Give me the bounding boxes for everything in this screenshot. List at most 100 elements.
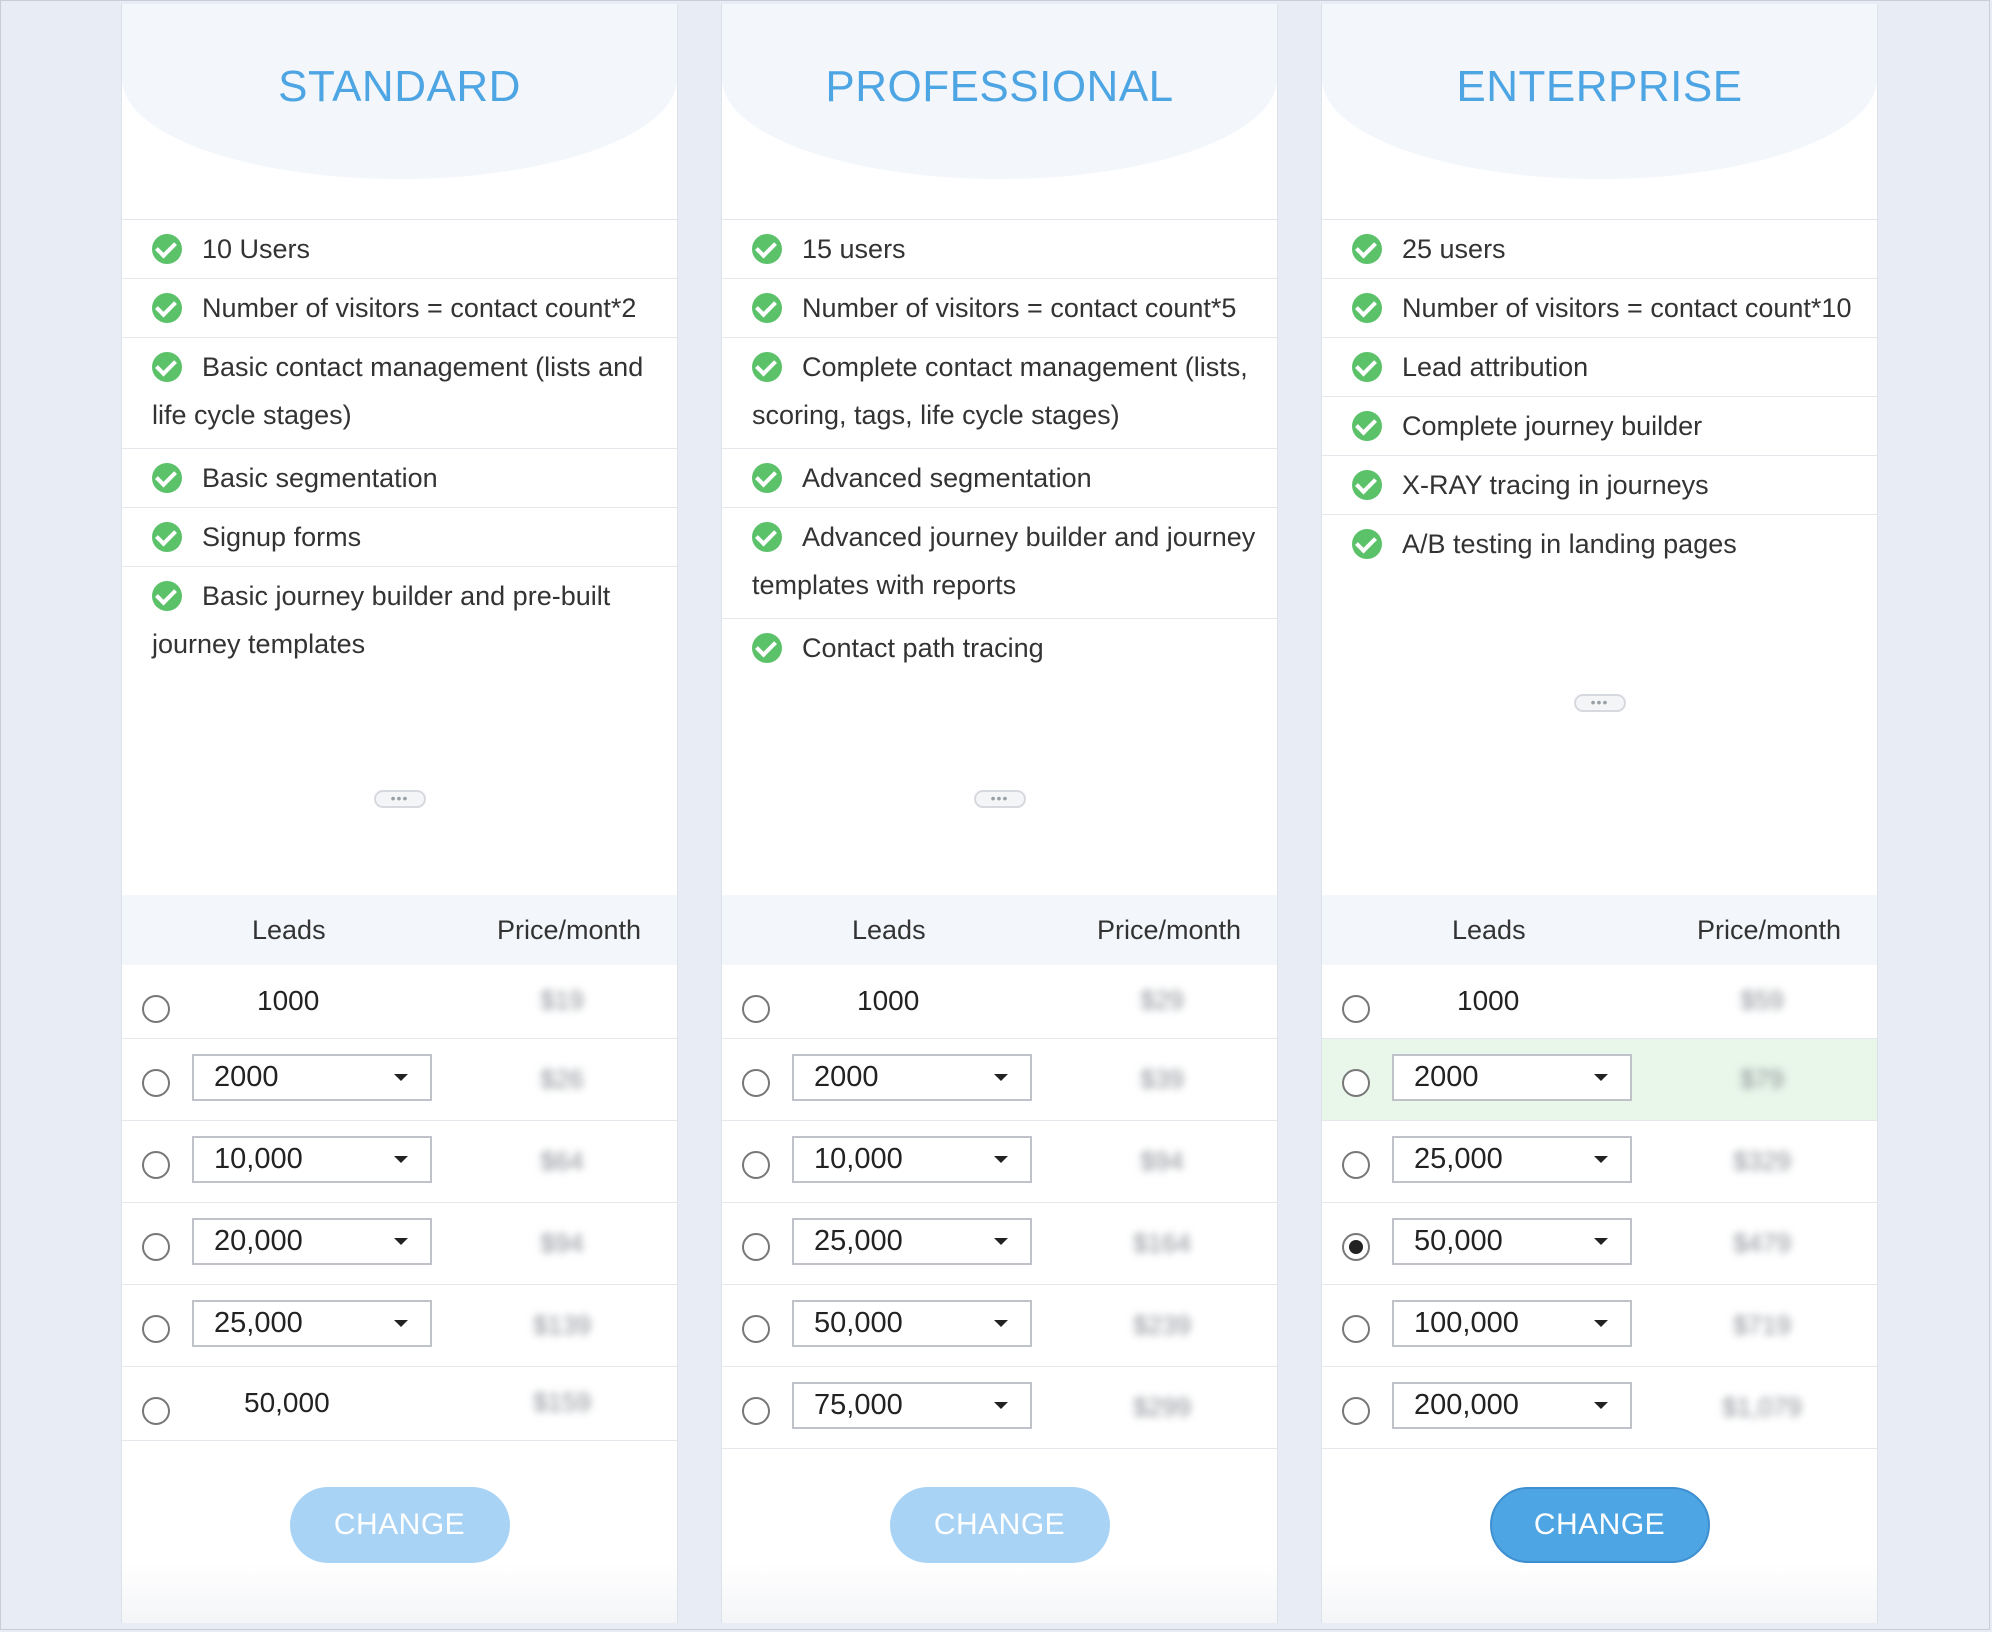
- tier-row[interactable]: 1000 $59: [1322, 965, 1877, 1039]
- leads-select[interactable]: 10,000: [792, 1136, 1032, 1183]
- tier-radio[interactable]: [142, 1069, 170, 1097]
- chevron-down-icon: [394, 1238, 408, 1245]
- change-button[interactable]: CHANGE: [889, 1487, 1110, 1563]
- tier-radio[interactable]: [742, 1151, 770, 1179]
- feature-label: A/B testing in landing pages: [1402, 529, 1737, 559]
- tier-radio[interactable]: [1342, 995, 1370, 1023]
- more-features-button[interactable]: •••: [1573, 694, 1626, 712]
- plan-header: STANDARD: [122, 4, 677, 220]
- feature-label: Basic segmentation: [202, 463, 438, 493]
- tier-price: $164: [1133, 1228, 1191, 1258]
- tier-radio[interactable]: [142, 1397, 170, 1425]
- leads-select[interactable]: 25,000: [1392, 1136, 1632, 1183]
- tier-radio[interactable]: [1342, 1151, 1370, 1179]
- check-icon: [752, 522, 782, 552]
- tier-radio[interactable]: [142, 1315, 170, 1343]
- check-icon: [752, 352, 782, 382]
- feature-item: A/B testing in landing pages: [1322, 515, 1877, 573]
- leads-select[interactable]: 2000: [1392, 1054, 1632, 1101]
- more-features-button[interactable]: •••: [373, 790, 426, 808]
- plan-title: ENTERPRISE: [1456, 62, 1743, 111]
- pricing-page: STANDARD 10 Users Number of visitors = c…: [0, 0, 1990, 1630]
- tier-radio-selected[interactable]: [1342, 1233, 1370, 1261]
- card-footer: [122, 1563, 677, 1623]
- tier-row[interactable]: 10,000 $64: [122, 1121, 677, 1203]
- feature-label: Advanced segmentation: [802, 463, 1092, 493]
- leads-select[interactable]: 50,000: [792, 1300, 1032, 1347]
- tier-row[interactable]: 2000 $39: [722, 1039, 1277, 1121]
- tier-radio[interactable]: [1342, 1315, 1370, 1343]
- chevron-down-icon: [994, 1074, 1008, 1081]
- leads-select-value: 20,000: [214, 1225, 303, 1257]
- feature-label: 25 users: [1402, 234, 1506, 264]
- feature-label: Number of visitors = contact count*2: [202, 293, 637, 323]
- check-icon: [152, 234, 182, 264]
- more-features-button[interactable]: •••: [973, 790, 1026, 808]
- leads-select-value: 10,000: [814, 1143, 903, 1175]
- tier-radio[interactable]: [1342, 1397, 1370, 1425]
- change-button[interactable]: CHANGE: [1489, 1487, 1710, 1563]
- check-icon: [1352, 293, 1382, 323]
- feature-label: Contact path tracing: [802, 633, 1044, 663]
- tier-radio[interactable]: [142, 995, 170, 1023]
- tier-radio[interactable]: [742, 1397, 770, 1425]
- leads-select[interactable]: 50,000: [1392, 1218, 1632, 1265]
- check-icon: [752, 293, 782, 323]
- feature-item: Signup forms: [122, 508, 677, 567]
- check-icon: [152, 463, 182, 493]
- leads-select[interactable]: 75,000: [792, 1382, 1032, 1429]
- tier-row[interactable]: 200,000 $1,079: [1322, 1367, 1877, 1449]
- tier-radio[interactable]: [1342, 1069, 1370, 1097]
- leads-select[interactable]: 100,000: [1392, 1300, 1632, 1347]
- check-icon: [1352, 352, 1382, 382]
- leads-select-value: 50,000: [1414, 1225, 1503, 1257]
- leads-select-value: 25,000: [214, 1307, 303, 1339]
- chevron-down-icon: [1594, 1156, 1608, 1163]
- tier-row[interactable]: 75,000 $299: [722, 1367, 1277, 1449]
- tier-row[interactable]: 50,000 $159: [122, 1367, 677, 1441]
- chevron-down-icon: [1594, 1074, 1608, 1081]
- tier-row[interactable]: 1000 $29: [722, 965, 1277, 1039]
- leads-select[interactable]: 20,000: [192, 1218, 432, 1265]
- leads-select[interactable]: 25,000: [192, 1300, 432, 1347]
- tier-radio[interactable]: [142, 1151, 170, 1179]
- leads-select-value: 2000: [1414, 1061, 1479, 1093]
- leads-select[interactable]: 2000: [192, 1054, 432, 1101]
- tier-row-highlighted[interactable]: 2000 $79: [1322, 1039, 1877, 1121]
- plan-title: STANDARD: [278, 62, 521, 111]
- chevron-down-icon: [394, 1156, 408, 1163]
- plan-card-enterprise: ENTERPRISE 25 users Number of visitors =…: [1321, 4, 1878, 1623]
- tier-row[interactable]: 10,000 $94: [722, 1121, 1277, 1203]
- change-button[interactable]: CHANGE: [289, 1487, 510, 1563]
- tier-row[interactable]: 2000 $26: [122, 1039, 677, 1121]
- tier-radio[interactable]: [742, 1315, 770, 1343]
- tier-price: $26: [540, 1064, 584, 1094]
- tier-radio[interactable]: [742, 1233, 770, 1261]
- tier-row[interactable]: 25,000 $164: [722, 1203, 1277, 1285]
- feature-item: Complete journey builder: [1322, 397, 1877, 456]
- feature-list: 25 users Number of visitors = contact co…: [1322, 220, 1877, 895]
- tier-row[interactable]: 20,000 $94: [122, 1203, 677, 1285]
- tier-row[interactable]: 25,000 $139: [122, 1285, 677, 1367]
- price-column-header: Price/month: [1097, 915, 1242, 945]
- tier-row[interactable]: 100,000 $719: [1322, 1285, 1877, 1367]
- leads-select[interactable]: 25,000: [792, 1218, 1032, 1265]
- check-icon: [752, 633, 782, 663]
- chevron-down-icon: [994, 1402, 1008, 1409]
- tier-row-selected[interactable]: 50,000 $479: [1322, 1203, 1877, 1285]
- feature-item: Number of visitors = contact count*10: [1322, 279, 1877, 338]
- tier-row[interactable]: 50,000 $239: [722, 1285, 1277, 1367]
- tier-radio[interactable]: [142, 1233, 170, 1261]
- leads-select[interactable]: 200,000: [1392, 1382, 1632, 1429]
- feature-label: 10 Users: [202, 234, 311, 264]
- tier-radio[interactable]: [742, 995, 770, 1023]
- leads-select[interactable]: 2000: [792, 1054, 1032, 1101]
- card-footer: [722, 1563, 1277, 1623]
- tier-radio[interactable]: [742, 1069, 770, 1097]
- leads-select[interactable]: 10,000: [192, 1136, 432, 1183]
- chevron-down-icon: [1594, 1402, 1608, 1409]
- feature-label: 15 users: [802, 234, 906, 264]
- tier-row[interactable]: 25,000 $329: [1322, 1121, 1877, 1203]
- plan-header: ENTERPRISE: [1322, 4, 1877, 220]
- tier-row[interactable]: 1000 $19: [122, 965, 677, 1039]
